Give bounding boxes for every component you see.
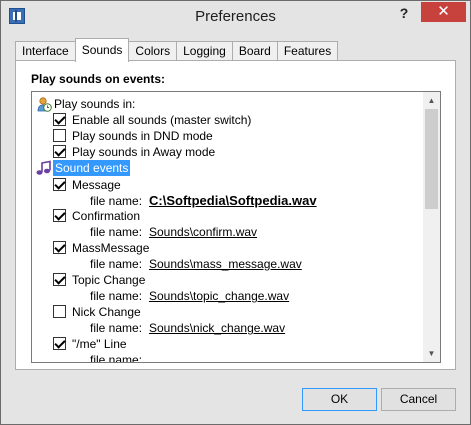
event-topic-change-file[interactable]: file name: Sounds\topic_change.wav [32, 288, 412, 304]
option-away[interactable]: Play sounds in Away mode [32, 144, 412, 160]
sound-events-tree[interactable]: Play sounds in: Enable all sounds (maste… [31, 91, 441, 363]
nick-change-file-link[interactable]: Sounds\nick_change.wav [149, 320, 285, 336]
event-confirmation-file[interactable]: file name: Sounds\confirm.wav [32, 224, 412, 240]
file-name-label: file name: [90, 353, 143, 363]
topic-change-label: Topic Change [72, 273, 146, 287]
event-nick-change-file[interactable]: file name: Sounds\nick_change.wav [32, 320, 412, 336]
event-me-line[interactable]: "/me" Line [32, 336, 412, 352]
tab-board[interactable]: Board [231, 41, 278, 61]
scroll-down-icon[interactable]: ▼ [423, 345, 440, 362]
tab-interface[interactable]: Interface [15, 41, 76, 61]
tab-colors[interactable]: Colors [128, 41, 178, 61]
tree-node-play-in[interactable]: Play sounds in: [32, 96, 412, 112]
nick-change-checkbox[interactable] [53, 305, 66, 318]
massmessage-file-link[interactable]: Sounds\mass_message.wav [149, 256, 302, 272]
event-topic-change[interactable]: Topic Change [32, 272, 412, 288]
confirmation-file-link[interactable]: Sounds\confirm.wav [149, 224, 257, 240]
away-label: Play sounds in Away mode [72, 145, 216, 159]
dnd-checkbox[interactable] [53, 129, 66, 142]
confirmation-checkbox[interactable] [53, 209, 66, 222]
tree-node-sound-events[interactable]: Sound events [32, 160, 412, 176]
topic-change-checkbox[interactable] [53, 273, 66, 286]
event-me-line-file[interactable]: file name: [32, 352, 412, 363]
message-label: Message [72, 178, 121, 192]
option-enable-all[interactable]: Enable all sounds (master switch) [32, 112, 412, 128]
event-massmessage[interactable]: MassMessage [32, 240, 412, 256]
enable-all-checkbox[interactable] [53, 113, 66, 126]
me-line-label: "/me" Line [72, 337, 127, 351]
event-message[interactable]: Message [32, 177, 412, 193]
event-confirmation[interactable]: Confirmation [32, 208, 412, 224]
enable-all-label: Enable all sounds (master switch) [72, 113, 252, 127]
topic-change-file-link[interactable]: Sounds\topic_change.wav [149, 288, 289, 304]
scroll-up-icon[interactable]: ▲ [423, 92, 440, 109]
title-bar: Preferences ? ✕ [1, 1, 470, 31]
clock-person-icon [37, 97, 52, 112]
file-name-label: file name: [90, 225, 143, 239]
event-nick-change[interactable]: Nick Change [32, 304, 412, 320]
massmessage-label: MassMessage [72, 241, 150, 255]
message-checkbox[interactable] [53, 178, 66, 191]
sounds-panel: Play sounds on events: Play sounds in: E… [15, 60, 456, 370]
nick-change-label: Nick Change [72, 305, 141, 319]
me-line-checkbox[interactable] [53, 337, 66, 350]
group-label: Play sounds on events: [31, 72, 166, 86]
sound-events-label: Sound events [53, 160, 131, 176]
tree-scrollbar[interactable]: ▲ ▼ [423, 92, 440, 362]
file-name-label: file name: [90, 289, 143, 303]
file-name-label: file name: [90, 194, 143, 208]
option-dnd[interactable]: Play sounds in DND mode [32, 128, 412, 144]
massmessage-checkbox[interactable] [53, 241, 66, 254]
help-button[interactable]: ? [393, 4, 415, 22]
cancel-button[interactable]: Cancel [381, 388, 456, 411]
music-note-icon [36, 160, 51, 175]
message-file-link[interactable]: C:\Softpedia\Softpedia.wav [149, 193, 317, 209]
ok-button[interactable]: OK [302, 388, 377, 411]
confirmation-label: Confirmation [72, 209, 141, 223]
close-button[interactable]: ✕ [421, 2, 466, 22]
tab-logging[interactable]: Logging [176, 41, 233, 61]
preferences-window: Preferences ? ✕ Interface Sounds Colors … [0, 0, 471, 425]
tab-features[interactable]: Features [276, 41, 339, 61]
tab-sounds[interactable]: Sounds [74, 38, 130, 62]
play-in-label: Play sounds in: [54, 97, 136, 111]
away-checkbox[interactable] [53, 145, 66, 158]
file-name-label: file name: [90, 257, 143, 271]
dnd-label: Play sounds in DND mode [72, 129, 213, 143]
file-name-label: file name: [90, 321, 143, 335]
event-massmessage-file[interactable]: file name: Sounds\mass_message.wav [32, 256, 412, 272]
scroll-thumb[interactable] [425, 109, 438, 209]
tab-bar: Interface Sounds Colors Logging Board Fe… [15, 38, 339, 62]
event-message-file[interactable]: file name: C:\Softpedia\Softpedia.wav [32, 193, 412, 209]
